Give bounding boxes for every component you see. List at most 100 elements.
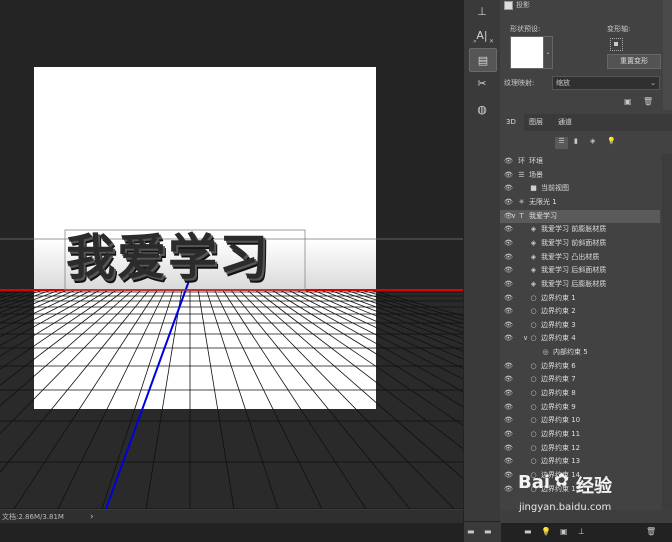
tab-3d[interactable]: 3D (501, 114, 521, 130)
layer-row[interactable]: 👁 ◈ 我爱学习 前膨胀材质 (500, 223, 660, 237)
reset-deform-button[interactable]: 重置变形 (607, 54, 661, 69)
document-canvas[interactable]: 我爱学习 (0, 0, 463, 509)
layer-row[interactable]: 👁 ○ 边界约束 2 (500, 305, 660, 319)
eye-icon[interactable]: 👁 (504, 483, 513, 497)
scene-filter-icon[interactable]: ☰ (555, 137, 568, 149)
eye-icon[interactable]: 👁 (504, 455, 513, 469)
layer-row[interactable]: 👁 ◈ 我爱学习 前斜面材质 (500, 237, 660, 251)
eye-icon[interactable]: 👁 (504, 414, 513, 428)
layer-row[interactable]: 👁 ○ 边界约束 8 (500, 387, 660, 401)
render-icon[interactable]: ▣ (624, 97, 632, 106)
layer-type-icon: ○ (530, 402, 537, 411)
add-object-icon[interactable]: ▬ (524, 527, 532, 536)
material-filter-icon[interactable]: ◈ (590, 137, 595, 145)
layer-row[interactable]: 👁 ∨ T 我爱学习 (500, 209, 660, 224)
eye-icon[interactable]: 👁 (504, 442, 513, 456)
layer-row[interactable]: 👁 ○ 边界约束 9 (500, 401, 660, 415)
eye-icon[interactable]: 👁 (504, 196, 513, 210)
layer-label: 边界约束 2 (541, 307, 576, 316)
eye-icon[interactable]: 👁 (504, 373, 513, 387)
trash-icon[interactable]: 🗑 (646, 527, 656, 536)
eye-icon[interactable]: 👁 (504, 319, 513, 333)
status-menu-arrow[interactable]: › (90, 510, 94, 524)
layer-type-icon: ☰ (518, 170, 525, 179)
close-icon[interactable]: ✕ (489, 38, 494, 45)
eye-icon[interactable]: 👁 (504, 155, 513, 169)
3d-properties-icon[interactable]: ▤ (469, 48, 497, 72)
layer-label: 我爱学习 前膨胀材质 (541, 225, 607, 234)
eye-icon[interactable]: 👁 (504, 428, 513, 442)
layer-row[interactable]: 👁 ○ 边界约束 13 (500, 455, 660, 469)
layer-type-icon: ○ (530, 416, 537, 425)
3d-mesh-icon[interactable]: ◍ (469, 98, 495, 120)
deform-axis-grid-icon[interactable] (610, 38, 623, 51)
chevron-down-icon[interactable]: ⌄ (543, 36, 553, 69)
eye-icon[interactable]: 👁 (504, 305, 513, 319)
dock-bottom: ▬ ▬ (464, 523, 501, 542)
tab-channels[interactable]: 通道 (553, 114, 577, 130)
layer-label: 边界约束 12 (541, 443, 581, 452)
eye-icon[interactable]: 👁 (504, 469, 513, 483)
layer-row[interactable]: 👁 ◈ 我爱学习 后斜面材质 (500, 264, 660, 278)
light-filter-icon[interactable]: 💡 (607, 137, 616, 145)
shadow-checkbox[interactable] (504, 1, 513, 10)
eye-icon[interactable]: 👁 (504, 182, 513, 196)
eye-icon[interactable]: 👁 (504, 292, 513, 306)
canvas-3d-text: 我爱学习 (66, 229, 271, 286)
layer-row[interactable]: ◎ 内部约束 5 (500, 346, 660, 360)
layer-row[interactable]: 👁 ○ 边界约束 3 (500, 319, 660, 333)
layer-label: 我爱学习 后斜面材质 (541, 266, 607, 275)
texture-map-select[interactable]: 缩放 ⌄ (552, 76, 660, 90)
mesh-filter-icon[interactable]: ▮ (574, 137, 578, 145)
layer-row[interactable]: 👁 ✳ 无限光 1 (500, 196, 660, 210)
layer-row[interactable]: 👁 ■ 当前视图 (500, 182, 660, 196)
light-bulb-icon[interactable]: 💡 (541, 527, 551, 536)
layer-type-icon: ○ (530, 293, 537, 302)
layer-label: 边界约束 9 (541, 402, 576, 411)
panel-dock-strip: ⊥ A| » ✕ ▤ ✂ ◍ ▬ ▬ (463, 0, 501, 542)
status-bar: 文档:2.86M/3.81M › (0, 509, 463, 524)
eye-icon[interactable]: 👁 (504, 264, 513, 278)
properties-scrollbar[interactable] (663, 0, 672, 110)
bottom-icon-1[interactable]: ▬ (467, 527, 475, 536)
tab-layers[interactable]: 图层 (524, 114, 548, 130)
eye-icon[interactable]: 👁 (504, 251, 513, 265)
layer-row[interactable]: 👁 ○ 边界约束 12 (500, 442, 660, 456)
layer-row[interactable]: 👁 ○ 边界约束 7 (500, 373, 660, 387)
new-item-icon[interactable]: ▣ (560, 527, 568, 536)
layer-label: 边界约束 3 (541, 320, 576, 329)
eye-icon[interactable]: 👁 (504, 169, 513, 183)
layer-row[interactable]: 👁 ○ 边界约束 1 (500, 292, 660, 306)
collapse-arrows-icon[interactable]: » (473, 38, 477, 45)
stamp-icon[interactable]: ⊥ (469, 0, 495, 22)
bottom-icon-2[interactable]: ▬ (484, 527, 492, 536)
tools-icon[interactable]: ✂ (469, 72, 495, 94)
trash-icon[interactable]: 🗑 (643, 97, 653, 106)
layer-row[interactable]: 👁 ○ 边界约束 6 (500, 360, 660, 374)
layer-row[interactable]: 👁 ☰ 场景 (500, 169, 660, 183)
layer-type-icon: ○ (530, 389, 537, 398)
layer-label: 当前视图 (541, 184, 569, 193)
layer-row[interactable]: 👁 ◈ 我爱学习 后膨胀材质 (500, 278, 660, 292)
layer-row[interactable]: 👁 ◈ 我爱学习 凸出材质 (500, 251, 660, 265)
layer-row[interactable]: 👁 ○ 边界约束 11 (500, 428, 660, 442)
watermark-brand2: 经验 (576, 476, 612, 497)
layer-row[interactable]: 👁 ○ 边界约束 10 (500, 414, 660, 428)
eye-icon[interactable]: 👁 (504, 278, 513, 292)
layer-list-scrollbar[interactable] (662, 154, 672, 523)
eye-icon[interactable]: 👁 (504, 401, 513, 415)
eye-icon[interactable]: 👁 (504, 223, 513, 237)
shape-preset-swatch[interactable] (510, 36, 544, 69)
layer-row[interactable]: 👁 环环境 (500, 155, 660, 169)
layer-row[interactable]: 👁 ∨ ○ 边界约束 4 (500, 332, 660, 346)
layer-label: 边界约束 10 (541, 416, 581, 425)
scene-icon[interactable]: ⊥ (578, 527, 585, 536)
eye-icon[interactable]: 👁 (504, 332, 513, 346)
eye-icon[interactable]: 👁 (504, 360, 513, 374)
eye-icon[interactable]: 👁 (504, 387, 513, 401)
layer-type-icon: T (519, 211, 524, 220)
properties-panel: 投影 形状预设: 变形轴: ⌄ 重置变形 纹理映射: 缩放 ⌄ ▣ 🗑 (500, 0, 672, 110)
layer-type-icon: ○ (530, 320, 537, 329)
eye-icon[interactable]: 👁 (504, 237, 513, 251)
watermark-brand: Bai (518, 472, 551, 493)
